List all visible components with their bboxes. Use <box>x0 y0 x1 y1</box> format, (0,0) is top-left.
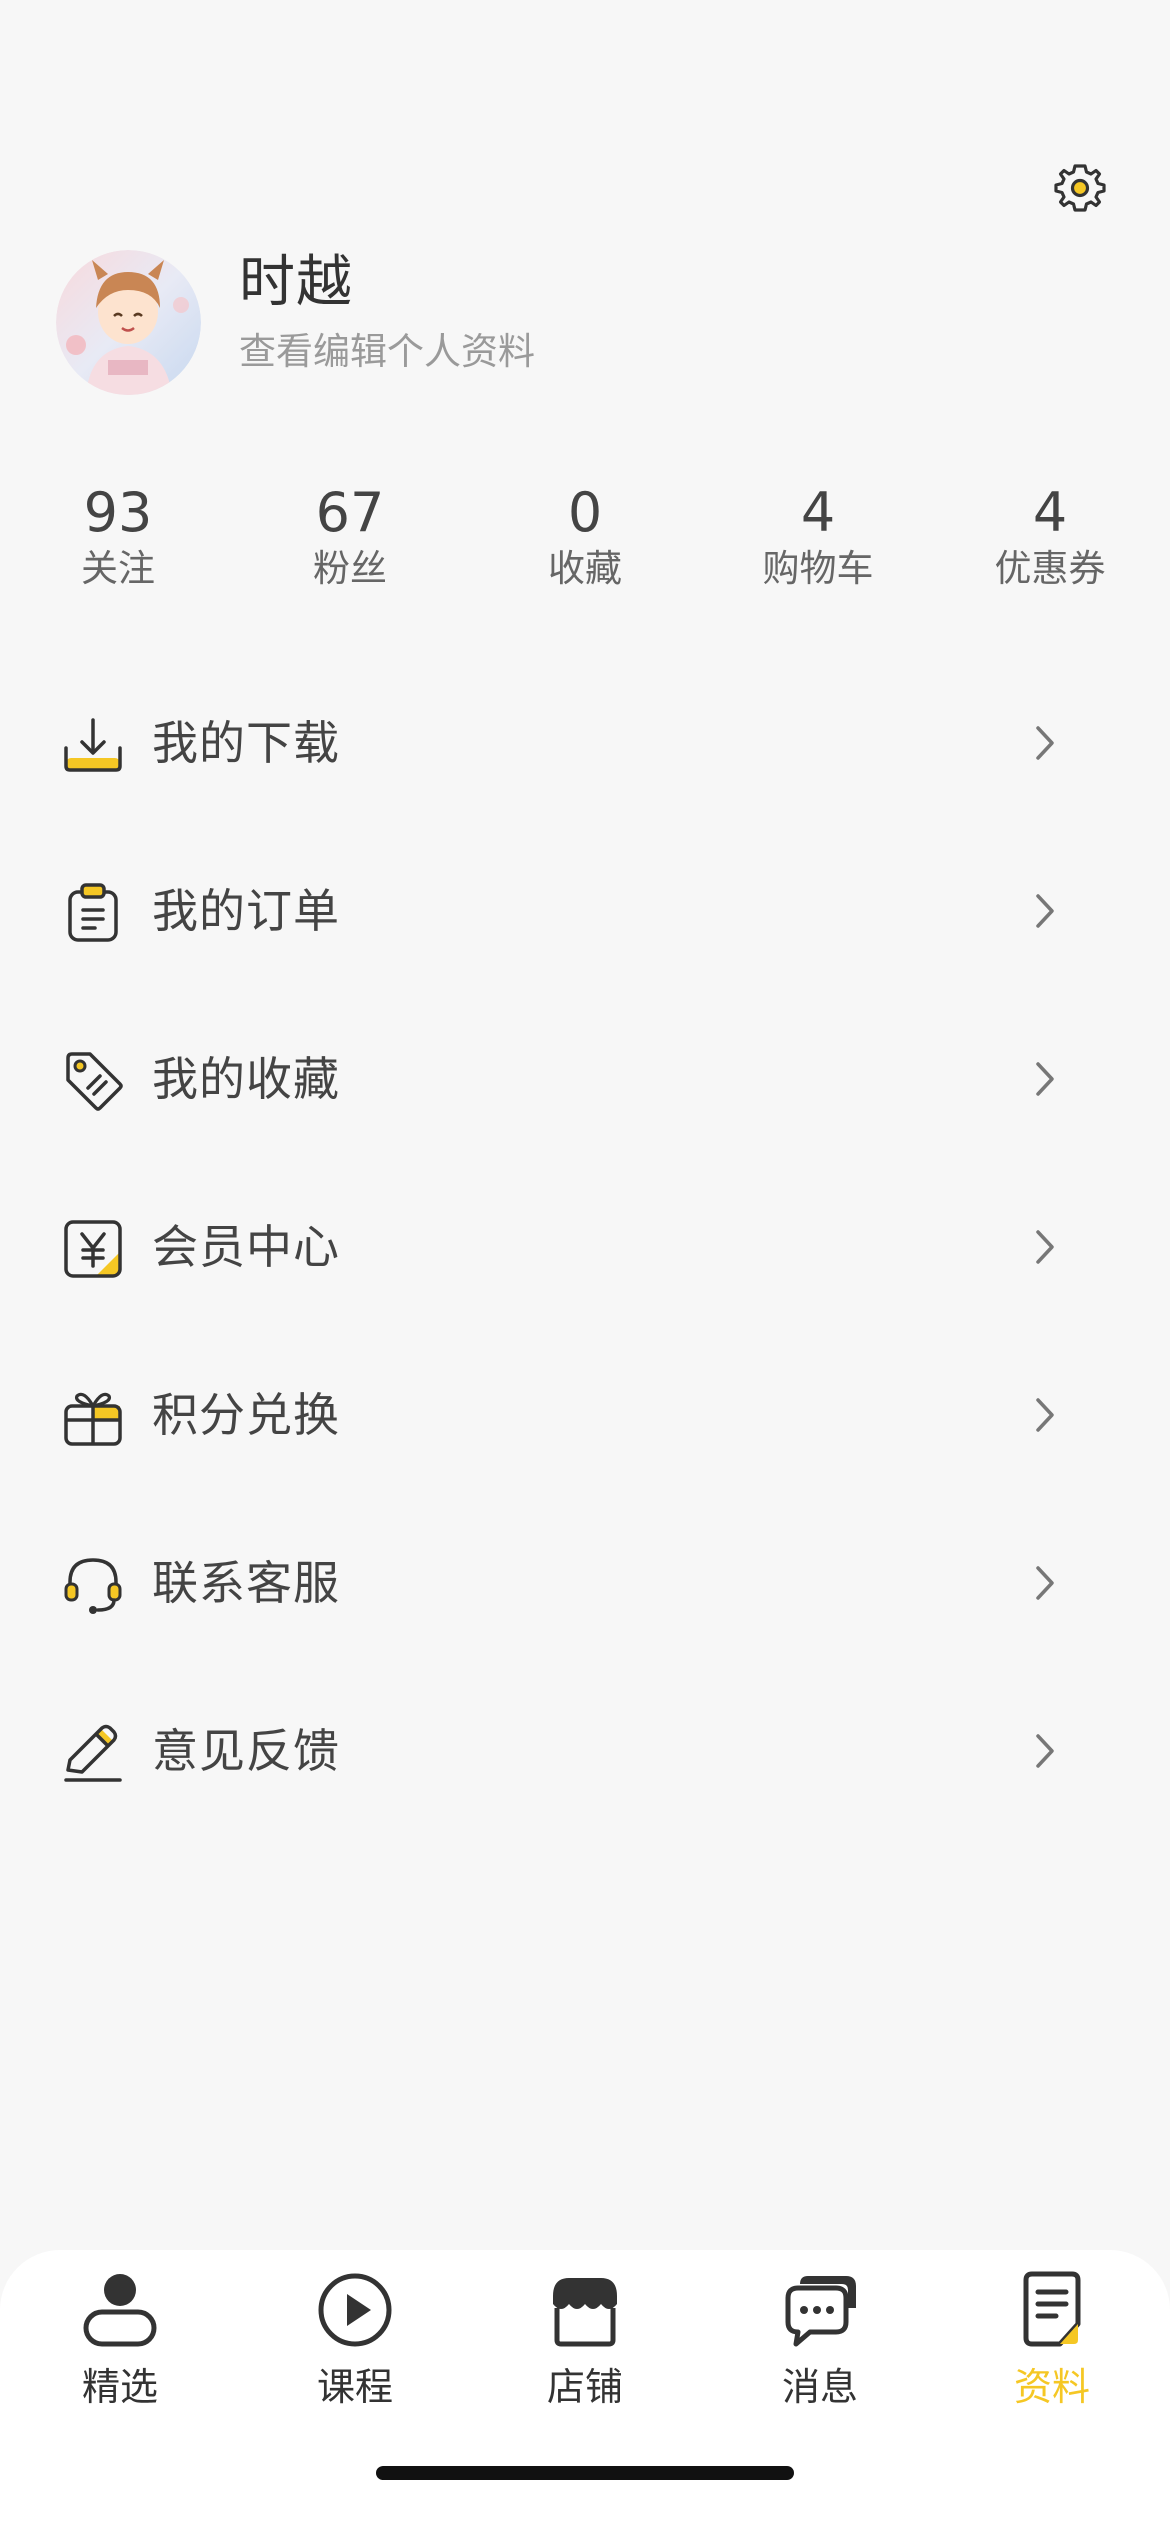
tab-messages[interactable]: 消息 <box>730 2270 910 2430</box>
tab-store[interactable]: 店铺 <box>495 2270 675 2430</box>
tab-label: 店铺 <box>546 2365 623 2409</box>
menu-item-feedback[interactable]: 意见反馈 <box>0 1668 1170 1836</box>
stat-value: 67 <box>315 481 385 544</box>
gift-icon <box>64 1392 122 1446</box>
order-icon <box>68 883 118 942</box>
chevron-right-icon <box>1036 1230 1054 1264</box>
stat-label: 购物车 <box>762 547 874 590</box>
gear-icon <box>1054 164 1106 212</box>
stat-followers[interactable]: 67 粉丝 <box>250 480 450 594</box>
stat-label: 优惠券 <box>994 547 1106 590</box>
chevron-right-icon <box>1036 1398 1054 1432</box>
menu-item-orders[interactable]: 我的订单 <box>0 828 1170 996</box>
store-icon <box>553 2278 617 2347</box>
chevron-right-icon <box>1036 1566 1054 1600</box>
tab-featured[interactable]: 精选 <box>30 2270 210 2430</box>
tab-label: 消息 <box>781 2365 858 2409</box>
home-indicator <box>376 2466 794 2480</box>
menu-item-label: 会员中心 <box>152 1220 340 1274</box>
menu-item-favorites[interactable]: 我的收藏 <box>0 996 1170 1164</box>
menu-item-label: 积分兑换 <box>152 1388 340 1442</box>
chat-icon <box>785 2276 856 2347</box>
headset-icon <box>64 1558 122 1614</box>
edit-profile-link[interactable]: 查看编辑个人资料 <box>239 328 535 376</box>
stat-value: 4 <box>800 481 836 544</box>
chevron-right-icon <box>1036 894 1054 928</box>
menu-item-label: 我的下载 <box>152 716 340 770</box>
play-icon <box>318 2273 392 2347</box>
stat-value: 4 <box>1032 481 1068 544</box>
tab-label: 课程 <box>316 2365 393 2409</box>
document-icon <box>1023 2271 1081 2347</box>
settings-button[interactable] <box>1054 162 1106 214</box>
download-icon <box>64 718 122 772</box>
menu-item-label: 联系客服 <box>152 1556 340 1610</box>
menu-item-downloads[interactable]: 我的下载 <box>0 660 1170 828</box>
tab-courses[interactable]: 课程 <box>265 2270 445 2430</box>
stat-favorites[interactable]: 0 收藏 <box>485 480 685 594</box>
tab-label: 资料 <box>1013 2365 1090 2409</box>
chevron-right-icon <box>1036 726 1054 760</box>
person-icon <box>83 2274 157 2347</box>
menu-item-membership[interactable]: 会员中心 <box>0 1164 1170 1332</box>
menu-item-label: 我的订单 <box>152 884 340 938</box>
stat-coupons[interactable]: 4 优惠券 <box>950 480 1150 594</box>
yuan-icon <box>64 1220 122 1278</box>
bottom-tab-bar: 精选 课程 店铺 消息 资料 <box>0 2250 1170 2532</box>
tag-icon <box>66 1052 123 1111</box>
username: 时越 <box>239 250 353 315</box>
stat-cart[interactable]: 4 购物车 <box>718 480 918 594</box>
profile-header[interactable]: 时越 查看编辑个人资料 <box>56 250 956 395</box>
stats-row: 93 关注 67 粉丝 0 收藏 4 购物车 4 优惠券 <box>0 480 1170 610</box>
chevron-right-icon <box>1036 1734 1054 1768</box>
menu-item-customer-service[interactable]: 联系客服 <box>0 1500 1170 1668</box>
tab-profile[interactable]: 资料 <box>962 2270 1142 2430</box>
menu-item-points-exchange[interactable]: 积分兑换 <box>0 1332 1170 1500</box>
menu-item-label: 意见反馈 <box>152 1724 340 1778</box>
stat-label: 粉丝 <box>313 547 387 590</box>
stat-value: 0 <box>567 481 603 544</box>
menu-item-label: 我的收藏 <box>152 1052 340 1106</box>
stat-value: 93 <box>83 481 153 544</box>
stat-label: 关注 <box>81 547 155 590</box>
avatar[interactable] <box>56 250 201 395</box>
stat-label: 收藏 <box>548 547 622 590</box>
pencil-icon <box>64 1724 122 1782</box>
stat-following[interactable]: 93 关注 <box>18 480 218 594</box>
tab-label: 精选 <box>81 2365 158 2409</box>
chevron-right-icon <box>1036 1062 1054 1096</box>
